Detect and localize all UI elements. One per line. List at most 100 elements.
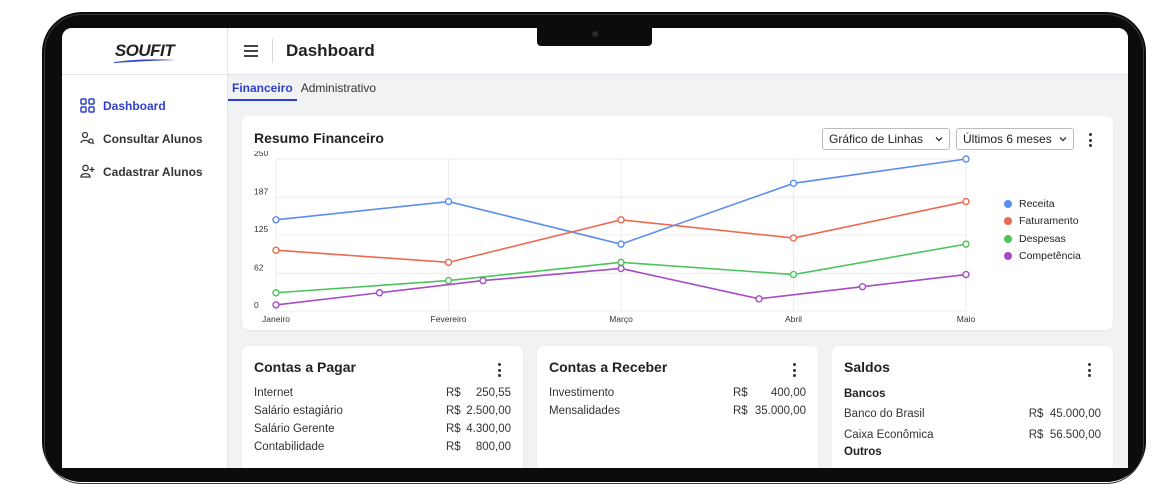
data-point: [375, 289, 384, 297]
x-tick-label: Maio: [957, 314, 976, 324]
legend-label: Despesas: [1019, 232, 1066, 245]
more-options-icon[interactable]: [497, 363, 501, 377]
list-item-value: R$ 45.000,00: [1028, 408, 1101, 420]
y-tick-label: 250: [254, 151, 268, 158]
sidebar-item-cadastrar-alunos[interactable]: Cadastrar Alunos: [62, 155, 227, 188]
line-chart: 250 187 125 62 0Janeiro Fevereiro Março Abril Ma…: [254, 151, 976, 324]
data-point: [272, 289, 280, 297]
list-item-label: Salário estagiário: [254, 405, 343, 417]
y-tick-label: 187: [254, 186, 268, 196]
legend-dot: [1004, 234, 1012, 243]
y-tick-label: 62: [254, 262, 264, 272]
divider: [272, 39, 273, 63]
list-item-value: 2.500,00: [466, 405, 511, 417]
data-point: [789, 270, 798, 279]
outros-heading: Outros: [844, 446, 882, 458]
sidebar: SOUFIT Dashboard Consultar Alunos Cadast…: [62, 28, 228, 468]
data-point: [858, 282, 867, 291]
legend-dot: [1004, 252, 1012, 261]
legend-label: Competência: [1019, 250, 1081, 263]
list-item-value: R$ 56.500,00: [1028, 429, 1101, 441]
contas-a-pagar-card: Contas a Pagar Internet Salário estagiár…: [242, 346, 523, 468]
hamburger-menu-icon[interactable]: [244, 45, 258, 57]
data-point: [444, 258, 453, 267]
legend-dot: [1004, 217, 1012, 226]
currency-symbol: R$: [446, 423, 461, 435]
user-add-icon: [80, 164, 96, 180]
sidebar-item-consultar-alunos[interactable]: Consultar Alunos: [62, 122, 227, 155]
list-item-label: Banco do Brasil: [844, 408, 925, 420]
list-item-value: 4.300,00: [466, 423, 511, 435]
resumo-financeiro-title: Resumo Financeiro: [254, 130, 384, 146]
list-item-label: Contabilidade: [254, 441, 325, 453]
currency-symbol: R$: [733, 405, 748, 417]
sidebar-item-label: Dashboard: [103, 98, 166, 113]
data-point: [617, 240, 625, 248]
list-item-label: Salário Gerente: [254, 423, 335, 435]
period-select[interactable]: Últimos 6 meses: [956, 128, 1074, 150]
x-tick-label: Abril: [785, 314, 802, 324]
legend-label: Receita: [1019, 197, 1055, 210]
x-tick-label: Março: [609, 314, 633, 324]
sidebar-item-label: Consultar Alunos: [103, 131, 203, 146]
data-point: [962, 240, 970, 248]
app-screen: SOUFIT Dashboard Consultar Alunos Cadast…: [62, 28, 1128, 468]
saldos-title: Saldos: [844, 359, 890, 375]
contas-a-receber-card: Contas a Receber Investimento Mensalidad…: [537, 346, 818, 468]
data-point: [755, 295, 763, 303]
list-item-label: Caixa Econômica: [844, 429, 934, 441]
legend-item-competencia[interactable]: Competência: [1004, 248, 1081, 266]
legend-item-faturamento[interactable]: Faturamento: [1004, 213, 1081, 231]
currency-symbol: R$: [733, 387, 748, 399]
data-point: [962, 270, 970, 279]
camera-icon: [592, 31, 598, 37]
page-title: Dashboard: [286, 41, 375, 60]
sidebar-item-dashboard[interactable]: Dashboard: [62, 89, 227, 122]
data-point: [272, 246, 280, 254]
legend-label: Faturamento: [1019, 215, 1079, 228]
saldos-card: Saldos Bancos Banco do Brasil R$ 45.000,…: [832, 346, 1113, 468]
sidebar-item-label: Cadastrar Alunos: [103, 164, 203, 179]
currency-symbol: R$: [446, 441, 461, 453]
y-tick-label: 0: [254, 300, 259, 310]
list-item-label: Investimento: [549, 387, 615, 399]
users-search-icon: [80, 131, 96, 147]
legend-item-receita[interactable]: Receita: [1004, 195, 1081, 213]
data-point: [789, 179, 798, 188]
resumo-financeiro-card: Resumo Financeiro Gráfico de Linhas Últi…: [242, 116, 1113, 330]
y-tick-label: 125: [254, 224, 268, 234]
period-select-value: Últimos 6 meses: [963, 132, 1052, 146]
dashboard-grid-icon: [80, 97, 96, 114]
bancos-heading: Bancos: [844, 388, 886, 400]
chevron-down-icon: [935, 137, 943, 142]
data-point: [617, 264, 625, 273]
data-point: [444, 197, 453, 206]
contas-a-pagar-title: Contas a Pagar: [254, 359, 356, 375]
list-item-label: Mensalidades: [549, 405, 620, 417]
list-item-label: Internet: [254, 387, 293, 399]
data-point: [272, 301, 280, 309]
tab-bar: Financeiro Administrativo: [228, 75, 1128, 101]
chevron-down-icon: [1059, 137, 1067, 142]
more-options-icon[interactable]: [1087, 363, 1091, 377]
chart-legend: Receita Faturamento Despesas Competência: [1004, 195, 1081, 265]
list-item-value: 800,00: [475, 441, 511, 453]
data-point: [617, 258, 625, 267]
data-point: [617, 216, 625, 224]
data-point: [962, 155, 970, 163]
data-point: [479, 276, 487, 285]
list-item-value: 250,55: [475, 387, 511, 399]
app-logo[interactable]: SOUFIT: [113, 41, 176, 63]
data-point: [272, 216, 280, 224]
tab-administrativo[interactable]: Administrativo: [297, 75, 380, 99]
currency-symbol: R$: [446, 405, 461, 417]
more-options-icon[interactable]: [792, 363, 796, 377]
more-options-icon[interactable]: [1088, 133, 1092, 147]
x-tick-label: Janeiro: [262, 314, 290, 324]
list-item-value: 400,00: [770, 387, 806, 399]
top-bar: Dashboard: [228, 28, 1128, 75]
chart-type-select[interactable]: Gráfico de Linhas: [822, 128, 950, 150]
tab-financeiro[interactable]: Financeiro: [228, 75, 297, 101]
legend-item-despesas[interactable]: Despesas: [1004, 230, 1081, 248]
currency-symbol: R$: [446, 387, 461, 399]
